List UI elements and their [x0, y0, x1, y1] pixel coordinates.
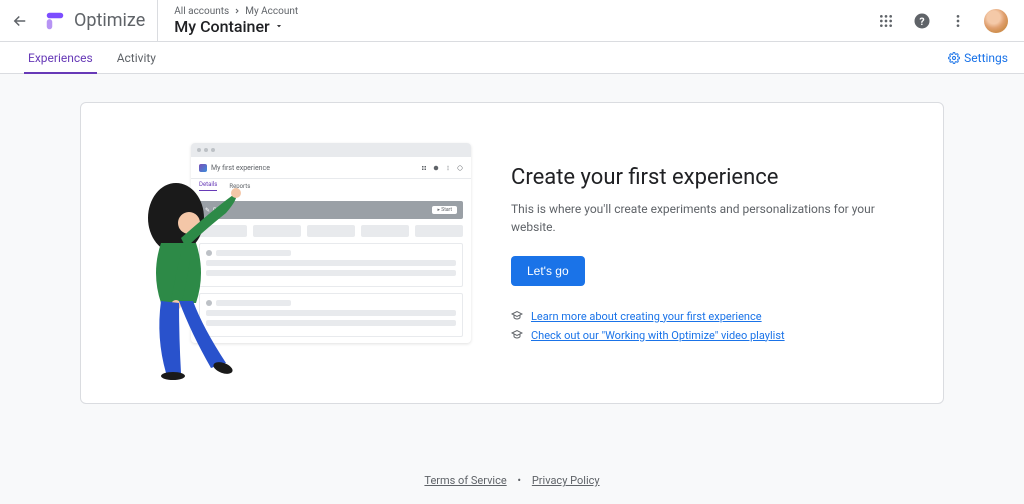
back-button[interactable]: [8, 9, 32, 33]
caret-down-icon: [274, 21, 284, 31]
video-playlist-link[interactable]: Check out our "Working with Optimize" vi…: [531, 329, 785, 342]
product-logo-area: Optimize: [40, 0, 158, 41]
education-icon: [511, 329, 523, 341]
hero-title: Create your first experience: [511, 165, 893, 190]
privacy-link[interactable]: Privacy Policy: [532, 474, 600, 487]
product-name: Optimize: [74, 10, 145, 31]
learn-more-link-row: Learn more about creating your first exp…: [511, 310, 893, 323]
app-header: Optimize All accounts My Account My Cont…: [0, 0, 1024, 42]
education-icon: [511, 310, 523, 322]
header-actions: ?: [876, 9, 1008, 33]
container-selector[interactable]: My Container: [174, 17, 298, 36]
hero-card: My first experience DetailsReports ✎ Dra…: [80, 102, 944, 404]
apps-icon[interactable]: [876, 11, 896, 31]
gear-icon: [948, 52, 960, 64]
settings-link[interactable]: Settings: [948, 51, 1008, 65]
footer: Terms of Service • Privacy Policy: [80, 474, 944, 487]
breadcrumb-area: All accounts My Account My Container: [158, 6, 298, 36]
hero-links: Learn more about creating your first exp…: [511, 310, 893, 342]
lets-go-button[interactable]: Let's go: [511, 256, 585, 286]
help-icon[interactable]: ?: [912, 11, 932, 31]
optimize-logo-icon: [44, 10, 66, 32]
main-content: My first experience DetailsReports ✎ Dra…: [0, 74, 1024, 487]
chevron-right-icon: [233, 7, 241, 15]
breadcrumb-account[interactable]: My Account: [245, 6, 298, 17]
arrow-left-icon: [11, 12, 29, 30]
container-name: My Container: [174, 17, 269, 36]
terms-link[interactable]: Terms of Service: [424, 474, 506, 487]
user-avatar[interactable]: [984, 9, 1008, 33]
tab-bar: Experiences Activity Settings: [0, 42, 1024, 74]
hero-subtitle: This is where you'll create experiments …: [511, 200, 893, 236]
breadcrumb: All accounts My Account: [174, 6, 298, 17]
breadcrumb-root[interactable]: All accounts: [174, 6, 229, 17]
video-link-row: Check out our "Working with Optimize" vi…: [511, 329, 893, 342]
svg-text:?: ?: [919, 14, 924, 27]
tab-activity[interactable]: Activity: [105, 42, 168, 73]
tab-experiences[interactable]: Experiences: [16, 42, 105, 73]
more-icon[interactable]: [948, 11, 968, 31]
hero-illustration: My first experience DetailsReports ✎ Dra…: [131, 143, 471, 363]
hero-content: Create your first experience This is whe…: [511, 165, 893, 342]
learn-more-link[interactable]: Learn more about creating your first exp…: [531, 310, 762, 323]
person-illustration: [131, 173, 251, 383]
